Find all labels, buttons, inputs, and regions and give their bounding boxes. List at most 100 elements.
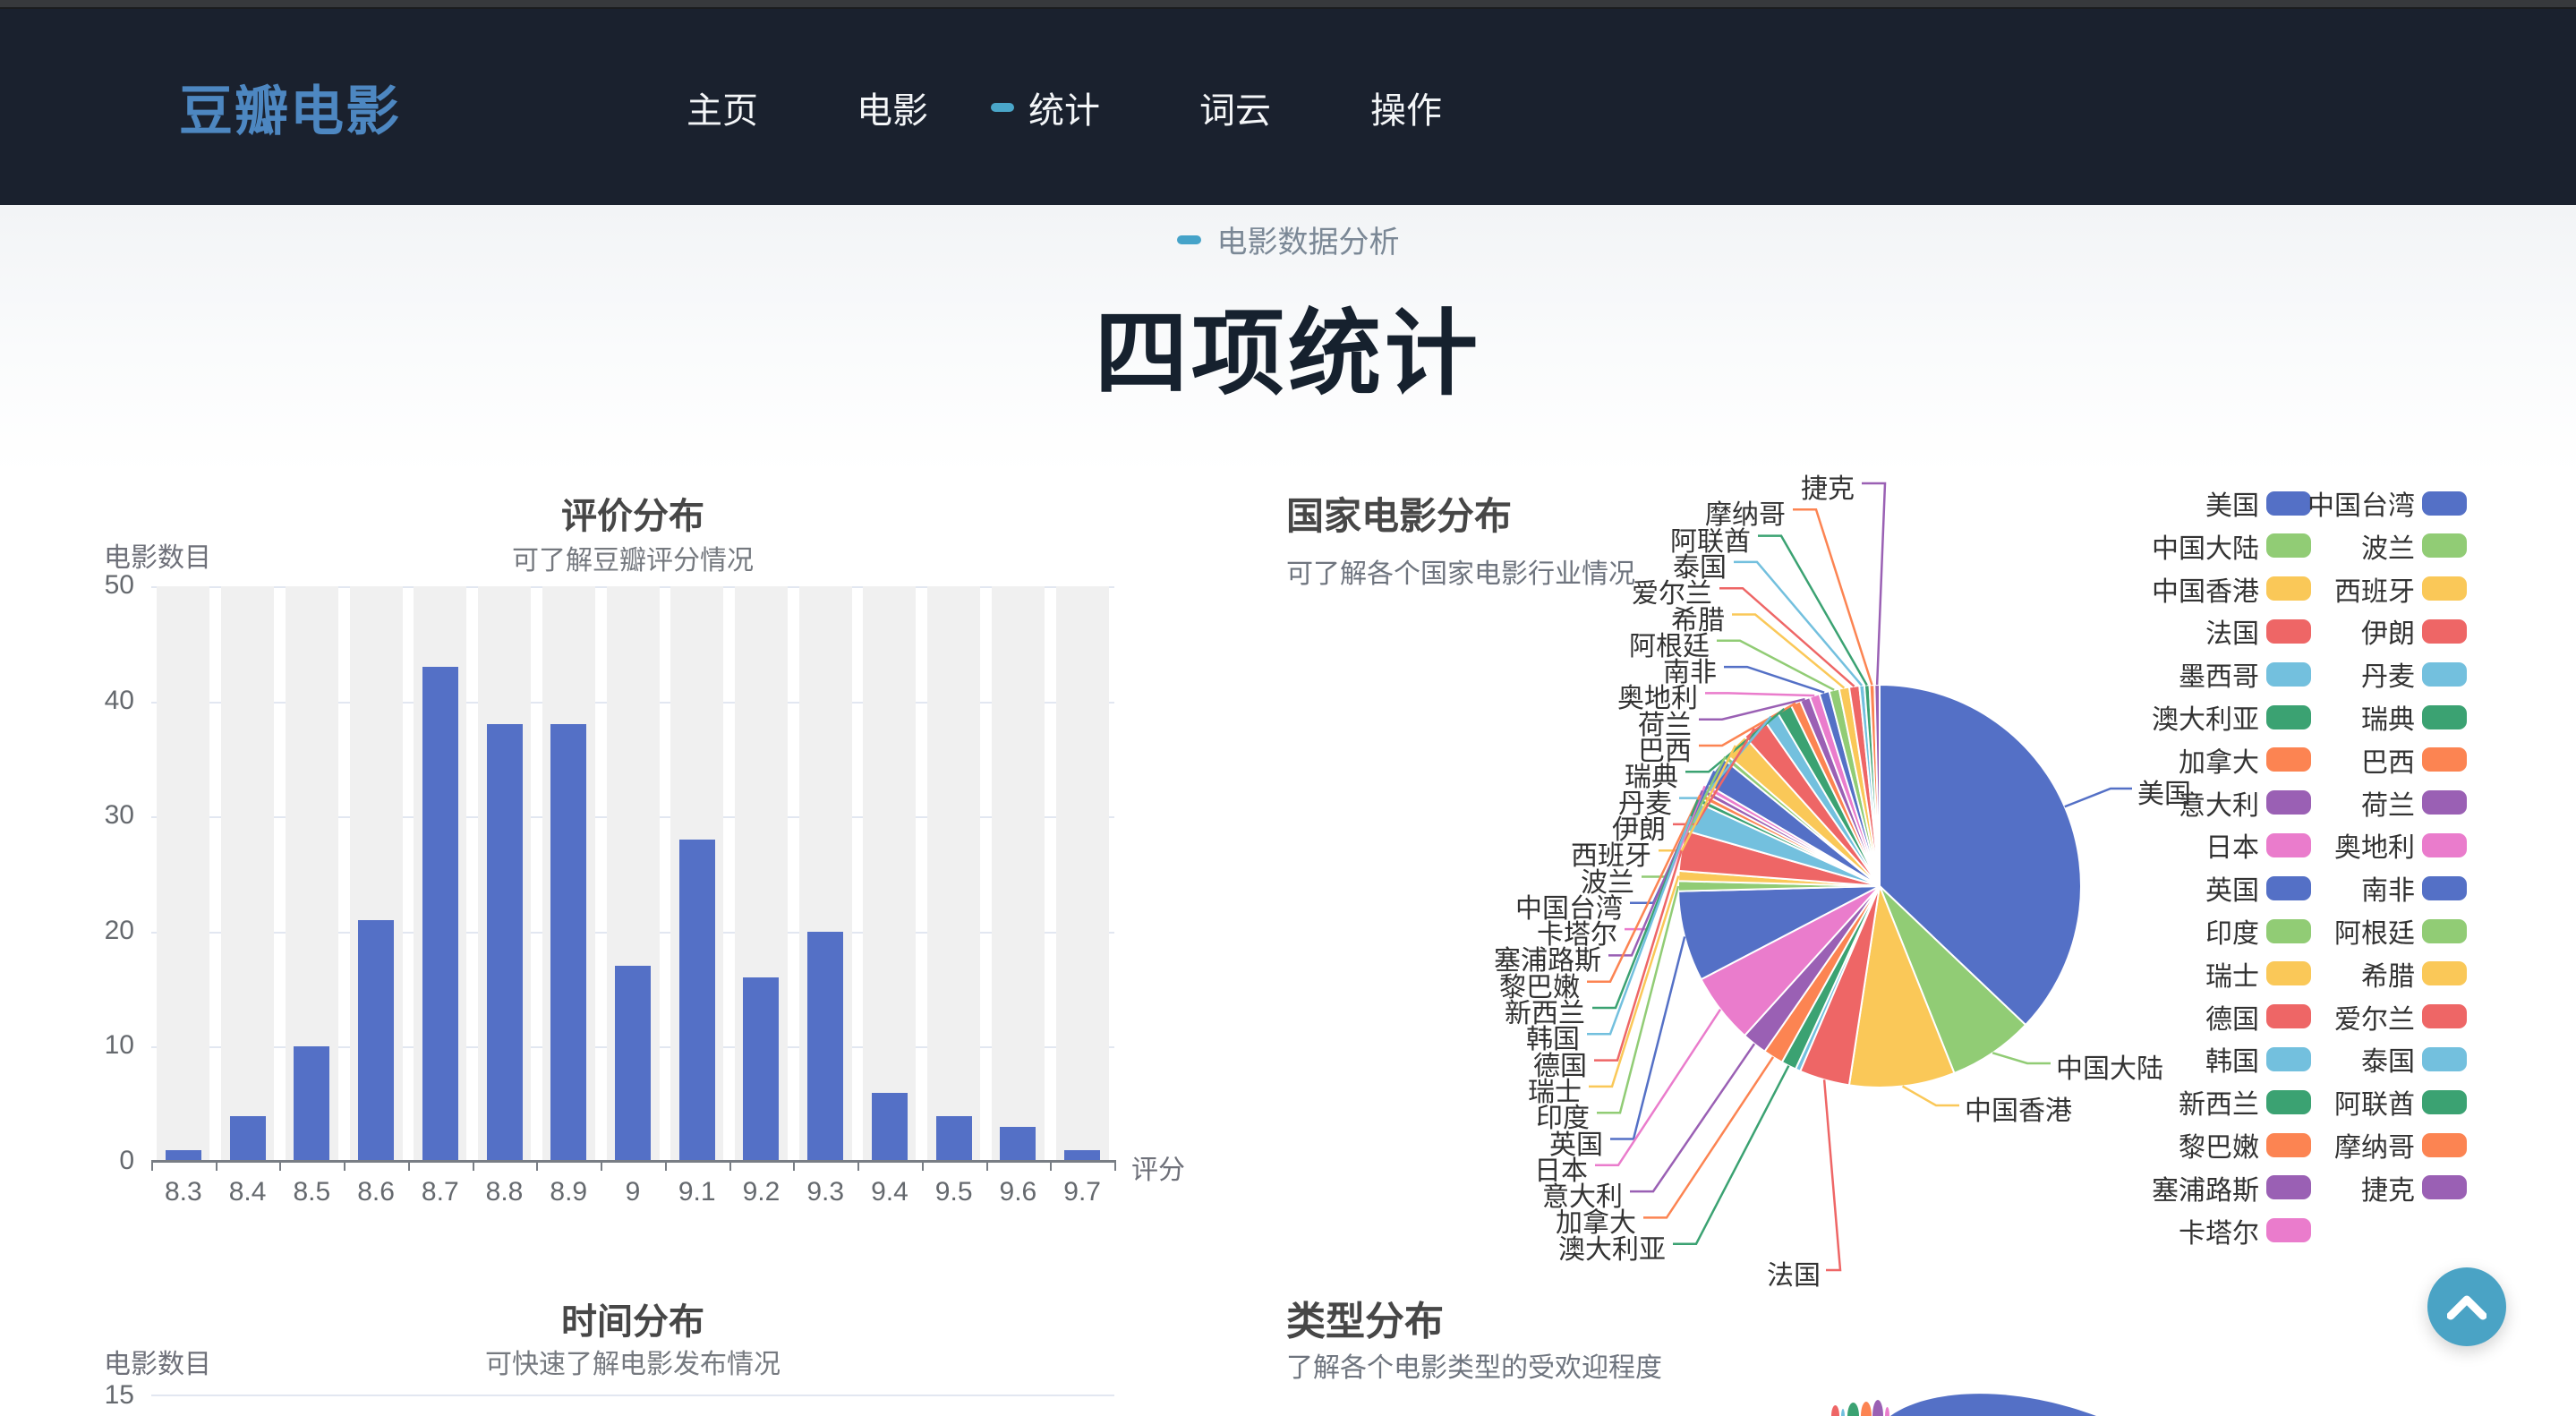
legend-item-丹麦[interactable]: 丹麦 [2236,654,2467,694]
bar-8.5[interactable] [294,1046,329,1162]
country-chart-title: 国家电影分布 [1286,486,1512,541]
pie-label-line [1862,483,1885,685]
bar-8.7[interactable] [422,667,458,1162]
bar-9.2[interactable] [743,977,779,1162]
nav-item-label: 统计 [1028,81,1100,133]
legend-label: 德国 [2080,997,2259,1036]
x-axis-tick-label: 8.6 [344,1177,408,1207]
x-axis-tick-label: 9.4 [857,1177,922,1207]
dash-icon [1177,235,1201,244]
legend-item-阿根廷[interactable]: 阿根廷 [2236,911,2467,951]
brand-logo[interactable]: 豆瓣电影 [179,9,401,205]
active-indicator-icon [991,103,1014,112]
x-axis-tick-label: 8.3 [151,1177,216,1207]
legend-item-摩纳哥[interactable]: 摩纳哥 [2236,1125,2467,1164]
legend-swatch [2422,662,2467,687]
bar-9.1[interactable] [679,840,715,1162]
bar-9.6[interactable] [1000,1127,1036,1162]
legend-item-巴西[interactable]: 巴西 [2236,740,2467,780]
nav-item-label: 电影 [857,81,928,133]
pie-label-line [1610,936,1685,1139]
bar-9.4[interactable] [872,1093,908,1162]
legend-swatch [2422,576,2467,601]
legend-label: 伊朗 [2236,611,2415,651]
bar-9.5[interactable] [936,1116,972,1162]
legend-label: 韩国 [2080,1039,2259,1079]
window-top-strip [0,0,2576,9]
bar-8.9[interactable] [550,724,586,1162]
x-axis-tick-label: 8.7 [408,1177,473,1207]
legend-label: 新西兰 [2080,1082,2259,1122]
bar-8.6[interactable] [358,920,394,1162]
bar-9.3[interactable] [807,932,843,1162]
y-axis-tick-label: 50 [45,570,134,601]
x-axis-tick-mark [665,1163,667,1171]
legend-item-奥地利[interactable]: 奥地利 [2236,825,2467,865]
bar-9[interactable] [615,966,651,1162]
legend-swatch [2422,1047,2467,1071]
legend-label: 法国 [2080,611,2259,651]
legend-item-西班牙[interactable]: 西班牙 [2236,569,2467,609]
legend-item-伊朗[interactable]: 伊朗 [2236,611,2467,651]
x-axis-tick-mark [279,1163,281,1171]
x-axis-tick-label: 9.6 [986,1177,1051,1207]
legend-label: 摩纳哥 [2236,1125,2415,1164]
pie-label-line [1824,1079,1840,1270]
legend-swatch [2422,1004,2467,1028]
legend-item-南非[interactable]: 南非 [2236,868,2467,908]
legend-label: 中国香港 [2080,569,2259,609]
bar-8.8[interactable] [487,724,523,1162]
x-axis-tick-mark [793,1163,795,1171]
legend-item-希腊[interactable]: 希腊 [2236,954,2467,994]
nav-item-statistics[interactable]: 统计 [991,81,1100,133]
nav-item-actions[interactable]: 操作 [1370,81,1442,133]
legend-label: 卡塔尔 [2080,1211,2259,1250]
x-axis-tick-label: 9.2 [729,1177,794,1207]
legend-item-阿联酋[interactable]: 阿联酋 [2236,1082,2467,1122]
nav-item-wordcloud[interactable]: 词云 [1199,81,1271,133]
bar-8.4[interactable] [230,1116,266,1162]
pie-label-line [1630,1044,1754,1191]
legend-item-捷克[interactable]: 捷克 [2236,1168,2467,1207]
legend-label: 英国 [2080,868,2259,908]
legend-label: 奥地利 [2236,825,2415,865]
x-axis-tick-mark [986,1163,988,1171]
legend-label: 瑞典 [2236,697,2415,737]
legend-label: 波兰 [2236,526,2415,566]
pie-label-line [1734,562,1862,686]
legend-item-荷兰[interactable]: 荷兰 [2236,783,2467,823]
legend-item-泰国[interactable]: 泰国 [2236,1039,2467,1079]
legend-label: 墨西哥 [2080,654,2259,694]
rose-petal-tip [1847,1403,1859,1416]
pie-label-line [1758,536,1867,686]
legend-swatch [2422,491,2467,516]
nav-item-home[interactable]: 主页 [687,81,758,133]
pie-label-line [1793,509,1872,685]
legend-item-卡塔尔[interactable]: 卡塔尔 [2080,1211,2311,1250]
legend-label: 泰国 [2236,1039,2415,1079]
legend-swatch [2266,1218,2311,1242]
y-axis-tick-label: 10 [45,1030,134,1061]
legend-item-波兰[interactable]: 波兰 [2236,526,2467,566]
genre-chart-subtitle: 了解各个电影类型的受欢迎程度 [1286,1345,1662,1385]
legend-swatch [2422,833,2467,857]
back-to-top-button[interactable] [2427,1267,2506,1346]
legend-label: 荷兰 [2236,783,2415,823]
legend-label: 爱尔兰 [2236,997,2415,1036]
legend-item-爱尔兰[interactable]: 爱尔兰 [2236,997,2467,1036]
pie-label-line [1719,588,1855,687]
legend-swatch [2422,1175,2467,1199]
section-eyebrow-label: 电影数据分析 [1217,218,1400,261]
nav-item-movies[interactable]: 电影 [857,81,928,133]
legend-item-瑞典[interactable]: 瑞典 [2236,697,2467,737]
x-axis-tick-label: 9.1 [665,1177,729,1207]
bar-background-band [1056,586,1109,1162]
legend-label: 澳大利亚 [2080,697,2259,737]
bar-background-band [927,586,980,1162]
pie-label-line [1903,1087,1959,1105]
legend-label: 南非 [2236,868,2415,908]
y-axis-tick-label: 30 [45,800,134,831]
legend-item-中国台湾[interactable]: 中国台湾 [2236,483,2467,523]
rating-chart-title: 评价分布 [151,487,1114,539]
pie-label-line [1643,1057,1773,1217]
